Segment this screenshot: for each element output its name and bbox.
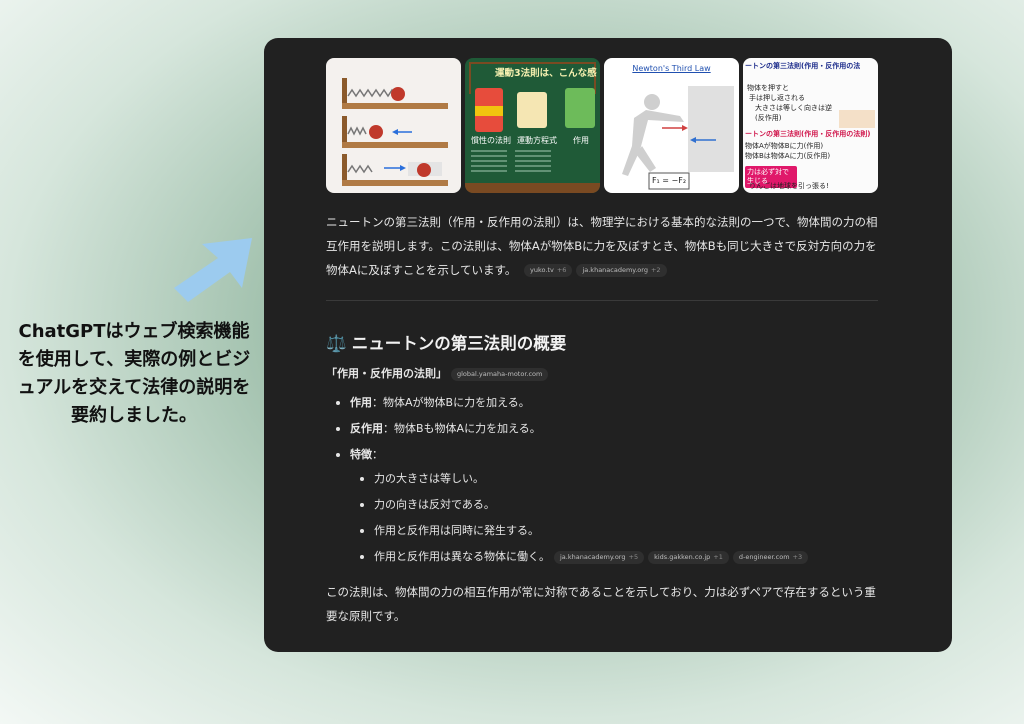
notes-line: 物体を押すと — [747, 84, 789, 92]
notes-line: 手は押し返される — [749, 94, 805, 102]
image-thumbnail[interactable] — [326, 58, 461, 193]
notes-line: 物体Aが物体Bに力(作用) — [745, 142, 824, 150]
list-item: 特徴： — [336, 442, 541, 468]
section-title: ニュートンの第三法則の概要 — [351, 334, 567, 353]
notes-line: (反作用) — [755, 114, 782, 122]
list-item: 作用と反作用は同時に発生する。 — [360, 518, 808, 544]
divider — [326, 300, 878, 301]
list-item: 作用：物体Aが物体Bに力を加える。 — [336, 390, 541, 416]
features-list: 力の大きさは等しい。 力の向きは反対である。 作用と反作用は同時に発生する。 作… — [360, 466, 809, 570]
list-item: 力の向きは反対である。 — [360, 492, 808, 518]
arrow-icon — [174, 238, 252, 302]
balance-scale-icon: ⚖️ — [326, 334, 347, 353]
blackboard-title: 運動3法則は、こんな感 — [495, 68, 597, 79]
notes-title: ートンの第三法則(作用・反作用の法 — [745, 62, 861, 70]
board-label-motion: 運動方程式 — [517, 136, 557, 145]
newton-formula: F₁ = −F₂ — [651, 176, 687, 185]
intro-paragraph: ニュートンの第三法則（作用・反作用の法則）は、物理学における基本的な法則の一つで… — [326, 210, 886, 282]
source-chip[interactable]: ja.khanacademy.org +2 — [576, 264, 667, 277]
source-chip[interactable]: d-engineer.com +3 — [732, 550, 809, 564]
source-chip[interactable]: kids.gakken.co.jp +1 — [648, 550, 729, 564]
definition-list: 作用：物体Aが物体Bに力を加える。 反作用：物体Bも物体Aに力を加える。 特徴： — [336, 390, 541, 468]
board-label-inertia: 慣性の法則 — [471, 136, 511, 145]
image-thumbnail[interactable]: ートンの第三法則(作用・反作用の法 物体を押すと 手は押し返される 大きさは等し… — [743, 58, 878, 193]
caption-text: ChatGPTはウェブ検索機能を使用して、実際の例とビジュアルを交えて法律の説明… — [17, 321, 251, 426]
source-chip[interactable]: global.yamaha-motor.com — [451, 367, 549, 381]
image-thumbnail[interactable]: 運動3法則は、こんな感 慣性の法則 運動方程式 作用 — [465, 58, 600, 193]
notes-line: りんごは地球を引っ張る! — [749, 182, 829, 190]
notes-line: ートンの第三法則(作用・反作用の法則) — [745, 130, 871, 138]
notes-line: 大きさは等しく向きは逆 — [755, 104, 832, 112]
list-item: 力の大きさは等しい。 — [360, 466, 808, 492]
image-gallery: 運動3法則は、こんな感 慣性の法則 運動方程式 作用 Newton's Thir… — [326, 58, 878, 193]
source-chip[interactable]: yuko.tv +6 — [524, 264, 573, 277]
chat-response-panel: 運動3法則は、こんな感 慣性の法則 運動方程式 作用 Newton's Thir… — [264, 38, 952, 652]
list-item: 反作用：物体Bも物体Aに力を加える。 — [336, 416, 541, 442]
conclusion-paragraph: この法則は、物体間の力の相互作用が常に対称であることを示しており、力は必ずペアで… — [326, 585, 876, 623]
spring-cart-diagram-icon — [342, 78, 448, 186]
person-pushing-wall-icon — [622, 86, 734, 190]
source-chip[interactable]: ja.khanacademy.org +5 — [554, 550, 645, 564]
notes-line: 物体Bは物体Aに力(反作用) — [745, 152, 831, 160]
image-thumbnail[interactable]: Newton's Third Law F₁ = −F₂ — [604, 58, 739, 193]
law-label: 「作用・反作用の法則」 global.yamaha-motor.com — [326, 364, 549, 384]
board-label-action: 作用 — [573, 136, 589, 145]
list-item: 作用と反作用は異なる物体に働く。 ja.khanacademy.org +5 kids… — [360, 544, 809, 570]
section-heading: ⚖️ ニュートンの第三法則の概要 — [326, 330, 566, 354]
